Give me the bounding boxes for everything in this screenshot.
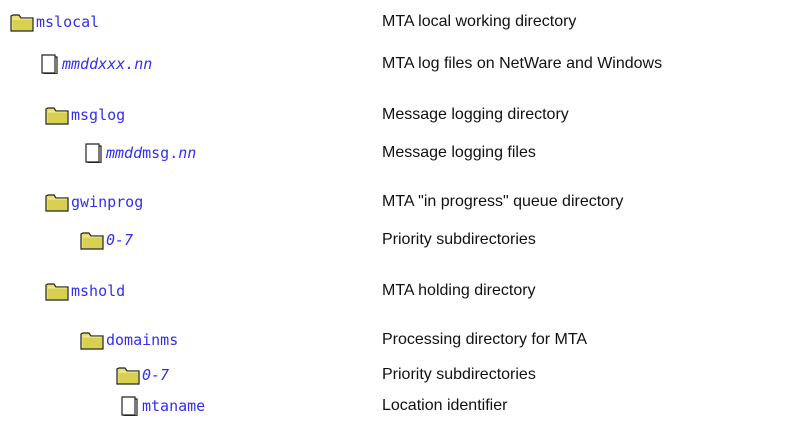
tree-node[interactable]: domainms <box>80 329 178 351</box>
name-part: gwinprog <box>71 193 144 211</box>
tree-node[interactable]: mslocal <box>10 11 99 33</box>
tree-link[interactable]: mmddmsg.nn <box>106 144 196 162</box>
name-part: 0-7 <box>106 231 134 249</box>
name-part: nn <box>178 144 197 162</box>
row-description: Message logging files <box>382 144 536 161</box>
name-part: mshold <box>71 282 126 300</box>
tree-link[interactable]: mslocal <box>36 13 99 31</box>
file-icon <box>36 54 60 74</box>
tree-node[interactable]: mmddmsg.nn <box>80 142 196 164</box>
tree-link[interactable]: mshold <box>71 282 125 300</box>
folder-icon <box>116 365 140 385</box>
tree-row-domainms: domainms Processing directory for MTA <box>0 329 804 351</box>
tree-row-mshold: mshold MTA holding directory <box>0 280 804 302</box>
tree-node[interactable]: gwinprog <box>45 191 143 213</box>
tree-link[interactable]: mmddxxx.nn <box>62 55 152 73</box>
row-description: MTA log files on NetWare and Windows <box>382 55 663 72</box>
name-part: msg. <box>142 144 179 162</box>
tree-link[interactable]: 0-7 <box>142 366 169 384</box>
tree-row-priority-subdirs-2: 0-7 Priority subdirectories <box>0 364 804 386</box>
tree-node[interactable]: mmddxxx.nn <box>36 53 152 75</box>
row-description: Location identifier <box>382 397 508 414</box>
row-description: Priority subdirectories <box>382 366 536 383</box>
row-description: Message logging directory <box>382 106 569 123</box>
folder-icon <box>80 330 104 350</box>
tree-node[interactable]: 0-7 <box>116 364 169 386</box>
file-icon <box>80 143 104 163</box>
name-part: mmdd <box>106 144 143 162</box>
tree-node[interactable]: msglog <box>45 104 125 126</box>
name-part: mslocal <box>36 13 100 31</box>
name-part: mmddxxx.nn <box>62 55 153 73</box>
row-description: MTA holding directory <box>382 282 536 299</box>
tree-link[interactable]: 0-7 <box>106 231 133 249</box>
folder-icon <box>80 230 104 250</box>
tree-row-mslocal: mslocal MTA local working directory <box>0 11 804 33</box>
tree-link[interactable]: gwinprog <box>71 193 143 211</box>
name-part: 0-7 <box>142 366 170 384</box>
tree-row-msglog: msglog Message logging directory <box>0 104 804 126</box>
tree-row-msg-files: mmddmsg.nn Message logging files <box>0 142 804 164</box>
tree-link[interactable]: mtaname <box>142 397 205 415</box>
row-description: Priority subdirectories <box>382 231 536 248</box>
name-part: domainms <box>106 331 179 349</box>
name-part: mtaname <box>142 397 206 415</box>
name-part: msglog <box>71 106 126 124</box>
row-description: MTA local working directory <box>382 13 577 30</box>
tree-row-mtaname: mtaname Location identifier <box>0 395 804 417</box>
folder-icon <box>45 281 69 301</box>
tree-row-log-files: mmddxxx.nn MTA log files on NetWare and … <box>0 53 804 75</box>
tree-row-gwinprog: gwinprog MTA "in progress" queue directo… <box>0 191 804 213</box>
tree-node[interactable]: mtaname <box>116 395 205 417</box>
folder-icon <box>45 192 69 212</box>
tree-link[interactable]: msglog <box>71 106 125 124</box>
file-icon <box>116 396 140 416</box>
folder-icon <box>10 12 34 32</box>
tree-node[interactable]: 0-7 <box>80 229 133 251</box>
tree-link[interactable]: domainms <box>106 331 178 349</box>
row-description: MTA "in progress" queue directory <box>382 193 624 210</box>
tree-row-priority-subdirs: 0-7 Priority subdirectories <box>0 229 804 251</box>
tree-node[interactable]: mshold <box>45 280 125 302</box>
row-description: Processing directory for MTA <box>382 331 588 348</box>
folder-icon <box>45 105 69 125</box>
